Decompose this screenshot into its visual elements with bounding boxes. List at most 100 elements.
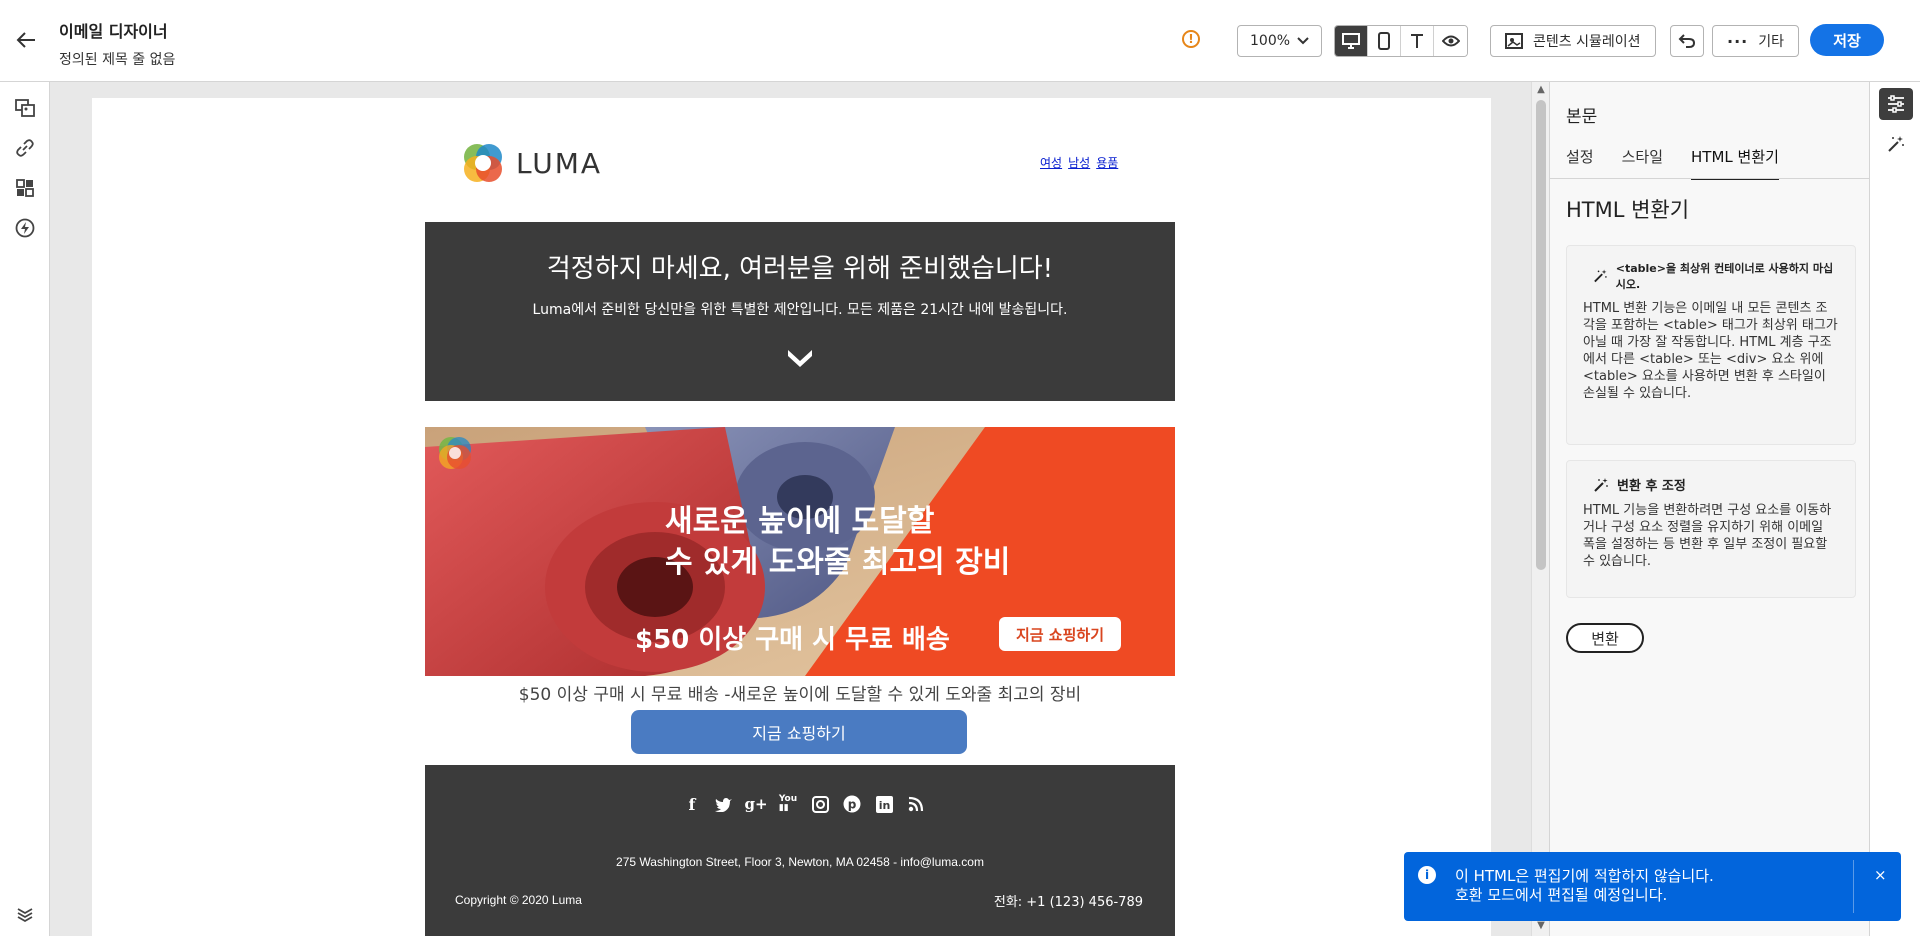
linkedin-icon[interactable]: in [873, 793, 895, 815]
info-card-title: 변환 후 조정 [1593, 475, 1839, 494]
layers-icon[interactable] [13, 902, 37, 926]
social-links: f g+ You ▮▮ p in [681, 793, 927, 815]
promo-caption: $50 이상 구매 시 무료 배송 -새로운 높이에 도달할 수 있게 도와줄 … [518, 685, 1082, 705]
close-icon[interactable]: × [1874, 866, 1887, 884]
hero-title: 걱정하지 마세요, 여러분을 위해 준비했습니다! [546, 254, 1054, 284]
youtube-icon[interactable]: You ▮▮ [777, 793, 799, 815]
rss-icon[interactable] [905, 793, 927, 815]
info-card-body: HTML 기능을 변환하려면 구성 요소를 이동하거나 구성 요소 정렬을 유지… [1583, 503, 1832, 569]
scroll-thumb[interactable] [1536, 100, 1546, 570]
zoom-value: 100% [1250, 33, 1291, 49]
info-card-adjust: 변환 후 조정 HTML 기능을 변환하려면 구성 요소를 이동하거나 구성 요… [1566, 460, 1856, 598]
banner-line-2: 수 있게 도와줄 최고의 장비 [665, 545, 1011, 580]
simulation-icon [1505, 33, 1523, 49]
svg-text:in: in [878, 799, 890, 812]
info-icon: i [1418, 866, 1436, 884]
view-mode-group [1334, 25, 1468, 57]
info-card-title-text: <table>을 최상위 컨테이너로 사용하지 마십시오. [1615, 262, 1834, 291]
instagram-icon[interactable] [809, 793, 831, 815]
nav-link-gear[interactable]: 용품 [1096, 154, 1118, 171]
scroll-down-icon[interactable]: ▼ [1535, 920, 1547, 931]
email-canvas: LUMA 여성 남성 용품 걱정하지 마세요, 여러분을 위해 준비했습니다! … [51, 82, 1530, 936]
left-rail [0, 82, 50, 936]
scroll-up-icon[interactable]: ▲ [1535, 84, 1547, 95]
canvas-scrollbar[interactable]: ▲ ▼ [1531, 82, 1549, 936]
magic-wand-button[interactable] [1879, 128, 1913, 160]
info-card-title: <table>을 최상위 컨테이너로 사용하지 마십시오. [1593, 260, 1839, 292]
chevron-down-icon [1297, 37, 1309, 45]
info-card-table: <table>을 최상위 컨테이너로 사용하지 마십시오. HTML 변환 기능… [1566, 245, 1856, 445]
text-icon [1411, 34, 1423, 48]
banner-line-1: 새로운 높이에 도달할 [665, 504, 935, 539]
top-bar: 이메일 디자이너 정의된 제목 줄 없음 ! 100% 콘텐츠 시뮬레이션 ··… [0, 0, 1920, 82]
convert-button[interactable]: 변환 [1566, 623, 1644, 653]
magic-wand-icon [1888, 136, 1904, 152]
banner-shop-button[interactable]: 지금 쇼핑하기 [999, 617, 1121, 651]
save-button[interactable]: 저장 [1810, 24, 1884, 56]
compatibility-toast: i 이 HTML은 편집기에 적합하지 않습니다. 호환 모드에서 편집될 예정… [1404, 852, 1901, 921]
hero-text: Luma에서 준비한 당신만을 위한 특별한 제안입니다. 모든 제품은 21시… [532, 302, 1068, 318]
undo-button[interactable] [1670, 25, 1704, 57]
toast-line-2: 호환 모드에서 편집될 예정입니다. [1455, 886, 1668, 904]
info-card-body: HTML 변환 기능은 이메일 내 모든 콘텐츠 조각을 포함하는 <table… [1583, 301, 1838, 401]
luma-wordmark: LUMA [516, 146, 603, 180]
mobile-icon [1378, 32, 1390, 50]
properties-toggle-button[interactable] [1879, 88, 1913, 120]
magic-wand-icon [1594, 269, 1607, 283]
far-right-rail [1869, 82, 1920, 936]
zoom-select[interactable]: 100% [1237, 25, 1322, 57]
svg-text:p: p [848, 798, 857, 812]
preview-button[interactable] [1434, 26, 1467, 56]
text-view-button[interactable] [1401, 26, 1434, 56]
eye-icon [1441, 35, 1460, 47]
app-title: 이메일 디자이너 [59, 22, 168, 41]
email-footer: f g+ You ▮▮ p in 275 Washington Street, … [425, 765, 1175, 936]
back-arrow-icon[interactable] [12, 26, 40, 54]
nav-link-men[interactable]: 남성 [1068, 154, 1090, 171]
info-card-title-text: 변환 후 조정 [1617, 479, 1686, 494]
content-simulation-button[interactable]: 콘텐츠 시뮬레이션 [1490, 25, 1656, 57]
warning-icon[interactable]: ! [1182, 30, 1200, 48]
components-icon[interactable] [13, 176, 37, 200]
banner-promo: $50 이상 구매 시 무료 배송 [635, 625, 950, 655]
hero-dark-section[interactable]: 걱정하지 마세요, 여러분을 위해 준비했습니다! Luma에서 준비한 당신만… [425, 222, 1175, 401]
banner-headline: 새로운 높이에 도달할 수 있게 도와줄 최고의 장비 [665, 501, 1010, 583]
lightning-icon[interactable] [13, 216, 37, 240]
shop-now-button[interactable]: 지금 쇼핑하기 [631, 710, 967, 754]
twitter-icon[interactable] [713, 793, 735, 815]
facebook-icon[interactable]: f [681, 793, 703, 815]
more-label: 기타 [1758, 34, 1784, 50]
content-simulation-label: 콘텐츠 시뮬레이션 [1533, 34, 1641, 50]
toast-message: 이 HTML은 편집기에 적합하지 않습니다. 호환 모드에서 편집될 예정입니… [1455, 867, 1714, 905]
banner-image[interactable]: 새로운 높이에 도달할 수 있게 도와줄 최고의 장비 $50 이상 구매 시 … [425, 427, 1175, 676]
assets-icon[interactable] [13, 96, 37, 120]
sliders-icon [1888, 95, 1904, 113]
tab-settings[interactable]: 설정 [1566, 142, 1594, 180]
tab-html-converter[interactable]: HTML 변환기 [1691, 142, 1779, 180]
magic-wand-icon [1594, 477, 1608, 492]
mobile-view-button[interactable] [1368, 26, 1401, 56]
google-plus-icon[interactable]: g+ [744, 793, 767, 815]
panel-section-title: HTML 변환기 [1566, 198, 1690, 222]
footer-address: 275 Washington Street, Floor 3, Newton, … [616, 855, 984, 869]
panel-tabs: 설정 스타일 HTML 변환기 [1566, 142, 1856, 180]
footer-copyright: Copyright © 2020 Luma [455, 893, 582, 907]
luma-logo-mark [464, 144, 502, 182]
subject-line: 정의된 제목 줄 없음 [59, 52, 176, 68]
toast-line-1: 이 HTML은 편집기에 적합하지 않습니다. [1455, 867, 1714, 885]
nav-link-women[interactable]: 여성 [1040, 154, 1062, 171]
link-icon[interactable] [13, 136, 37, 160]
luma-logo: LUMA [460, 140, 602, 186]
panel-header: 본문 [1566, 107, 1598, 127]
ellipsis-icon: ··· [1727, 31, 1749, 51]
desktop-icon [1342, 33, 1360, 49]
panel-divider [1550, 178, 1870, 179]
chevron-down-icon [788, 350, 812, 367]
more-button[interactable]: ··· 기타 [1712, 25, 1799, 57]
properties-panel: 본문 설정 스타일 HTML 변환기 HTML 변환기 <table>을 최상위… [1549, 82, 1870, 936]
pinterest-icon[interactable]: p [841, 793, 863, 815]
tab-style[interactable]: 스타일 [1622, 142, 1663, 180]
email-nav: 여성 남성 용품 [1040, 154, 1118, 171]
desktop-view-button[interactable] [1335, 26, 1368, 56]
toast-divider [1853, 860, 1854, 913]
